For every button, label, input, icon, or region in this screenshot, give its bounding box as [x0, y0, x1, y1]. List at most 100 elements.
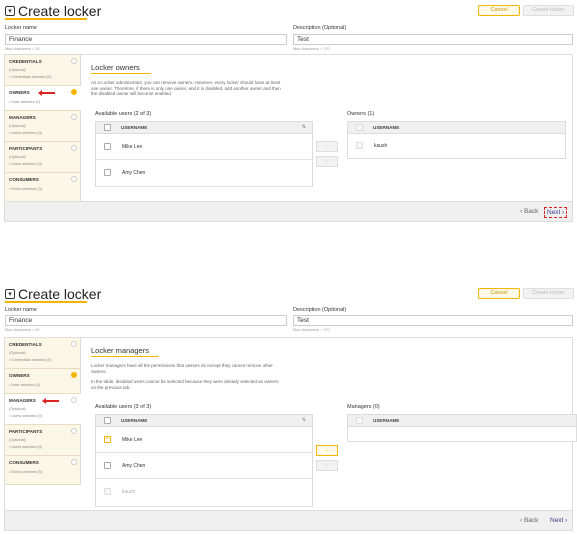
select-all-checkbox[interactable]	[356, 417, 363, 424]
username-column-header[interactable]: USERNAME	[121, 418, 147, 423]
create-locker-button[interactable]: Create locker	[523, 5, 574, 16]
sidebar-item-consumers[interactable]: CONSUMERS • Roles selected (0)	[5, 456, 81, 485]
next-button[interactable]: Next ›	[544, 207, 568, 218]
locker-name-hint: Max characters = 30	[5, 47, 40, 51]
description-hint: Max characters = 170	[293, 47, 330, 51]
create-locker-button[interactable]: Create locker	[523, 288, 574, 299]
table-row: kaush	[96, 479, 312, 506]
wizard-sidebar: CREDENTIALS (Optional) • Credentials sel…	[5, 338, 81, 485]
description-input[interactable]: Test	[293, 315, 573, 326]
table-row[interactable]: kaush	[348, 134, 565, 158]
sidebar-item-participants[interactable]: PARTICIPANTS (Optional) • Users selected…	[5, 142, 81, 173]
step-complete-icon	[71, 372, 77, 378]
locker-icon: ▾	[5, 6, 15, 16]
section-title-underline	[91, 73, 151, 74]
table-row[interactable]: Amy Chen	[96, 453, 312, 479]
row-checkbox[interactable]	[104, 462, 111, 469]
description-line: owners.	[91, 368, 107, 374]
sidebar-item-consumers[interactable]: CONSUMERS • Roles selected (0)	[5, 173, 81, 202]
callout-arrow-icon	[38, 90, 55, 96]
sidebar-item-label: CREDENTIALS	[9, 342, 42, 347]
locker-name-input[interactable]: Finance	[5, 315, 287, 326]
table-row[interactable]: Mike Lee	[96, 134, 312, 160]
header: ▾ Create locker	[5, 3, 101, 19]
available-users-table: USERNAME ⇅ Mike Lee Amy Chen	[95, 121, 313, 187]
sort-icon[interactable]: ⇅	[302, 417, 306, 423]
description-line: In the table, disabled users cannot be s…	[91, 379, 279, 384]
step-status-icon	[71, 428, 77, 434]
title-underline	[5, 18, 87, 20]
page-title: Create locker	[18, 286, 102, 302]
sort-icon[interactable]: ⇅	[302, 124, 306, 130]
step-status-icon	[71, 58, 77, 64]
select-all-checkbox[interactable]	[104, 124, 111, 131]
sidebar-item-label: OWNERS	[9, 373, 30, 378]
managers-table: USERNAME	[347, 414, 577, 442]
row-checkbox-checked[interactable]: ✓	[104, 436, 111, 443]
section-title: Locker owners	[91, 63, 140, 72]
description-input[interactable]: Test	[293, 34, 573, 45]
section-title: Locker managers	[91, 346, 149, 355]
callout-arrow-icon	[42, 398, 59, 404]
sidebar-item-optional: (Optional)	[9, 124, 26, 128]
sidebar-item-owners[interactable]: OWNERS • User selected (1)	[5, 86, 81, 111]
create-locker-managers-screen: ▾ Create locker Cancel Create locker Loc…	[0, 283, 577, 534]
title-underline	[5, 301, 87, 303]
sidebar-item-count: • User selected (1)	[9, 100, 41, 104]
wizard-card: CREDENTIALS (Optional) • Credentials sel…	[4, 337, 577, 531]
step-status-icon	[71, 114, 77, 120]
table-row[interactable]: Amy Chen	[96, 160, 312, 186]
locker-icon: ▾	[5, 289, 15, 299]
locker-name-label: Locker name	[5, 307, 37, 313]
sidebar-item-optional: (Optional)	[9, 68, 26, 72]
sidebar-item-managers[interactable]: MANAGERS (Optional) • Users selected (0)	[5, 111, 81, 142]
next-button[interactable]: Next ›	[548, 516, 569, 525]
row-checkbox[interactable]	[104, 169, 111, 176]
row-checkbox-disabled	[104, 488, 111, 495]
table-header: USERNAME	[348, 122, 565, 134]
sidebar-item-owners[interactable]: OWNERS • User selected (1)	[5, 369, 81, 394]
cancel-button[interactable]: Cancel	[478, 288, 520, 299]
sidebar-item-credentials[interactable]: CREDENTIALS (Optional) • Credentials sel…	[5, 55, 81, 86]
description-line: on the previous tab.	[91, 384, 131, 390]
sidebar-item-count: • Users selected (0)	[9, 131, 43, 135]
username-column-header: USERNAME	[373, 125, 400, 130]
move-left-button[interactable]: ←	[316, 460, 338, 471]
row-checkbox[interactable]	[104, 143, 111, 150]
sidebar-item-count: • User selected (1)	[9, 383, 41, 387]
sidebar-item-optional: (Optional)	[9, 407, 26, 411]
available-users-table: USERNAME ⇅ ✓ Mike Lee Amy Chen kaush	[95, 414, 313, 507]
move-right-button[interactable]: →	[316, 445, 338, 456]
locker-name-input[interactable]: Finance	[5, 34, 287, 45]
sidebar-item-managers[interactable]: MANAGERS (Optional) • Users selected (0)	[5, 394, 81, 425]
username-cell: Amy Chen	[122, 170, 146, 176]
sidebar-item-label: MANAGERS	[9, 115, 36, 120]
sidebar-item-label: CONSUMERS	[9, 177, 39, 182]
select-all-checkbox[interactable]	[356, 124, 363, 131]
back-button[interactable]: ‹ Back	[520, 208, 538, 215]
sidebar-item-credentials[interactable]: CREDENTIALS (Optional) • Credentials sel…	[5, 338, 81, 369]
sidebar-item-optional: (Optional)	[9, 351, 26, 355]
owners-label: Owners (1)	[347, 111, 375, 117]
row-checkbox-disabled	[356, 142, 363, 149]
cancel-button[interactable]: Cancel	[478, 5, 520, 16]
select-all-checkbox[interactable]	[104, 417, 111, 424]
locker-name-label: Locker name	[5, 25, 37, 31]
move-left-button[interactable]: ←	[316, 156, 338, 167]
sidebar-item-label: MANAGERS	[9, 398, 36, 403]
create-locker-owners-screen: ▾ Create locker Cancel Create locker Loc…	[0, 0, 577, 225]
available-users-label: Available users (3 of 3)	[95, 404, 152, 410]
username-column-header[interactable]: USERNAME	[121, 125, 147, 130]
sidebar-item-participants[interactable]: PARTICIPANTS (Optional) • Users selected…	[5, 425, 81, 456]
available-users-label: Available users (2 of 3)	[95, 111, 152, 117]
step-status-icon	[71, 341, 77, 347]
back-button[interactable]: ‹ Back	[520, 517, 538, 524]
description-label: Description (Optional)	[293, 307, 347, 313]
sidebar-item-label: CONSUMERS	[9, 460, 39, 465]
sidebar-item-label: PARTICIPANTS	[9, 429, 43, 434]
owners-table: USERNAME kaush	[347, 121, 566, 159]
move-right-button[interactable]: →	[316, 141, 338, 152]
table-header: USERNAME ⇅	[96, 122, 312, 134]
sidebar-item-count: • Users selected (0)	[9, 414, 43, 418]
table-row[interactable]: ✓ Mike Lee	[96, 427, 312, 453]
